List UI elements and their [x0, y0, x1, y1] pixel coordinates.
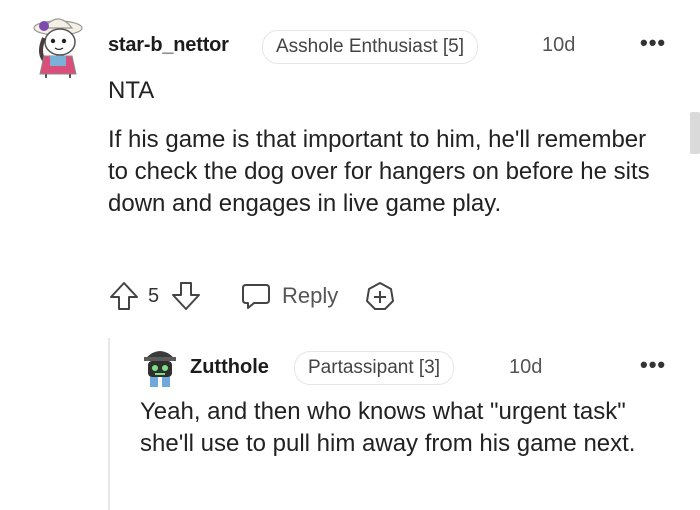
- comment-verdict: NTA: [108, 77, 155, 104]
- comment-timestamp: 10d: [542, 34, 576, 56]
- user-flair: Asshole Enthusiast [5]: [262, 30, 478, 64]
- comment-username[interactable]: star-b_nettor: [108, 34, 229, 57]
- scrollbar-thumb[interactable]: [690, 112, 700, 154]
- reply-avatar[interactable]: [140, 346, 180, 388]
- reply-user-flair: Partassipant [3]: [294, 351, 455, 385]
- award-plus-icon[interactable]: [364, 280, 396, 312]
- more-options-icon[interactable]: •••: [640, 30, 666, 56]
- reply-label: Reply: [282, 283, 339, 308]
- reply-body: Yeah, and then who knows what "urgent ta…: [140, 398, 636, 457]
- downvote-arrow-icon[interactable]: [170, 280, 202, 312]
- upvote-arrow-icon[interactable]: [108, 280, 140, 312]
- thread-line[interactable]: [108, 338, 110, 510]
- comment-body: If his game is that important to him, he…: [108, 126, 650, 217]
- reply-button[interactable]: Reply: [240, 280, 338, 312]
- reply-timestamp: 10d: [509, 356, 543, 378]
- avatar[interactable]: [30, 12, 86, 80]
- reply-more-options-icon[interactable]: •••: [640, 352, 666, 378]
- reply-username[interactable]: Zutthole: [190, 356, 269, 379]
- speech-bubble-icon: [240, 280, 272, 312]
- vote-score: 5: [148, 285, 160, 307]
